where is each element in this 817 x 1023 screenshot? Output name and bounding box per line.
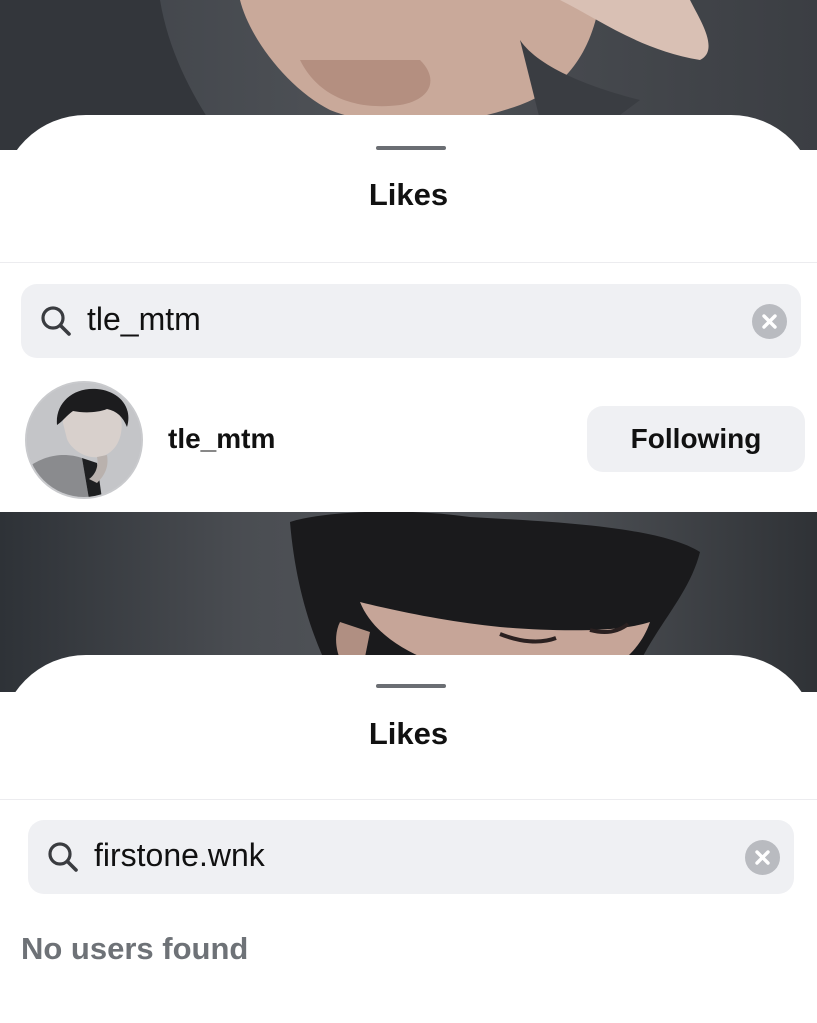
sheet-title: Likes bbox=[368, 716, 449, 751]
search-input[interactable]: tle_mtm bbox=[87, 301, 201, 338]
likes-sheet-bottom: Likes firstone.wnk No users found bbox=[0, 655, 817, 1023]
divider bbox=[0, 262, 817, 263]
list-item[interactable]: tle_mtm Following bbox=[0, 377, 817, 501]
search-field[interactable]: firstone.wnk bbox=[28, 820, 794, 894]
avatar[interactable] bbox=[25, 381, 143, 499]
empty-state-message: No users found bbox=[21, 931, 249, 966]
sheet-title: Likes bbox=[368, 177, 449, 212]
following-button[interactable]: Following bbox=[587, 406, 805, 472]
username[interactable]: tle_mtm bbox=[168, 423, 275, 455]
clear-icon[interactable] bbox=[745, 840, 780, 875]
likes-sheet-top: Likes tle_mtm tle_mtm Following bbox=[0, 115, 817, 512]
search-field[interactable]: tle_mtm bbox=[21, 284, 801, 358]
search-input[interactable]: firstone.wnk bbox=[94, 837, 265, 874]
search-icon bbox=[48, 842, 78, 872]
sheet-grabber[interactable] bbox=[376, 684, 446, 688]
sheet-grabber[interactable] bbox=[376, 146, 446, 150]
search-icon bbox=[41, 306, 71, 336]
divider bbox=[0, 799, 817, 800]
clear-icon[interactable] bbox=[752, 304, 787, 339]
